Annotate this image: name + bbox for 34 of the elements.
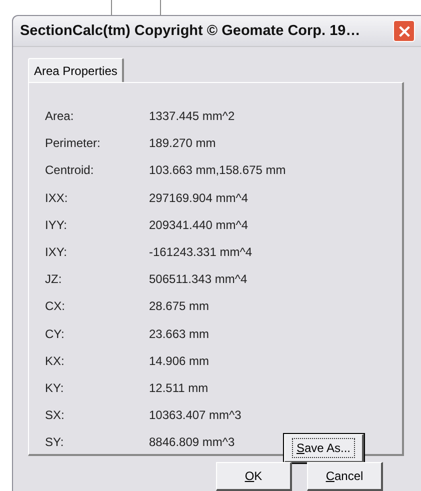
close-icon bbox=[398, 24, 410, 38]
property-label: SY: bbox=[45, 435, 65, 450]
property-value: 14.906 mm bbox=[149, 354, 210, 368]
close-button[interactable] bbox=[393, 20, 415, 42]
property-value: -161243.331 mm^4 bbox=[149, 244, 254, 259]
property-value: 103.663 mm,158.675 mm bbox=[149, 163, 284, 178]
property-value: 506511.343 mm^4 bbox=[149, 272, 248, 286]
property-label: IXX: bbox=[45, 190, 69, 205]
property-label: KY: bbox=[45, 380, 65, 395]
save-as-button[interactable]: Save As... bbox=[284, 434, 364, 464]
property-value: 297169.904 mm^4 bbox=[149, 190, 250, 205]
property-value: 12.511 mm bbox=[149, 380, 210, 395]
property-label: KX: bbox=[45, 354, 66, 368]
tab[interactable]: Area Properties bbox=[28, 58, 124, 82]
property-value: 10363.407 mm^3 bbox=[149, 408, 242, 422]
property-value: 189.270 mm bbox=[149, 136, 217, 150]
property-value: 1337.445 mm^2 bbox=[149, 109, 236, 123]
property-label: Area: bbox=[45, 109, 75, 123]
property-label: Perimeter: bbox=[45, 136, 102, 150]
property-value: 23.663 mm bbox=[149, 326, 210, 340]
property-value: 8846.809 mm^3 bbox=[149, 435, 236, 450]
property-label: Centroid: bbox=[45, 163, 95, 178]
property-value: 28.675 mm bbox=[149, 299, 210, 314]
property-label: CY: bbox=[45, 326, 66, 340]
property-label: IXY: bbox=[45, 244, 68, 259]
property-label: IYY: bbox=[45, 218, 68, 232]
window-title: SectionCalc(tm) Copyright © Geomate Corp. 19… bbox=[20, 23, 362, 39]
property-label: SX: bbox=[45, 408, 66, 422]
dialog-button[interactable]: Cancel bbox=[307, 462, 383, 491]
property-value: 209341.440 mm^4 bbox=[149, 218, 250, 232]
dialog-button[interactable]: OK bbox=[216, 462, 292, 491]
property-label: JZ: bbox=[45, 272, 63, 286]
property-label: CX: bbox=[45, 299, 66, 314]
background-window bbox=[111, 0, 161, 15]
